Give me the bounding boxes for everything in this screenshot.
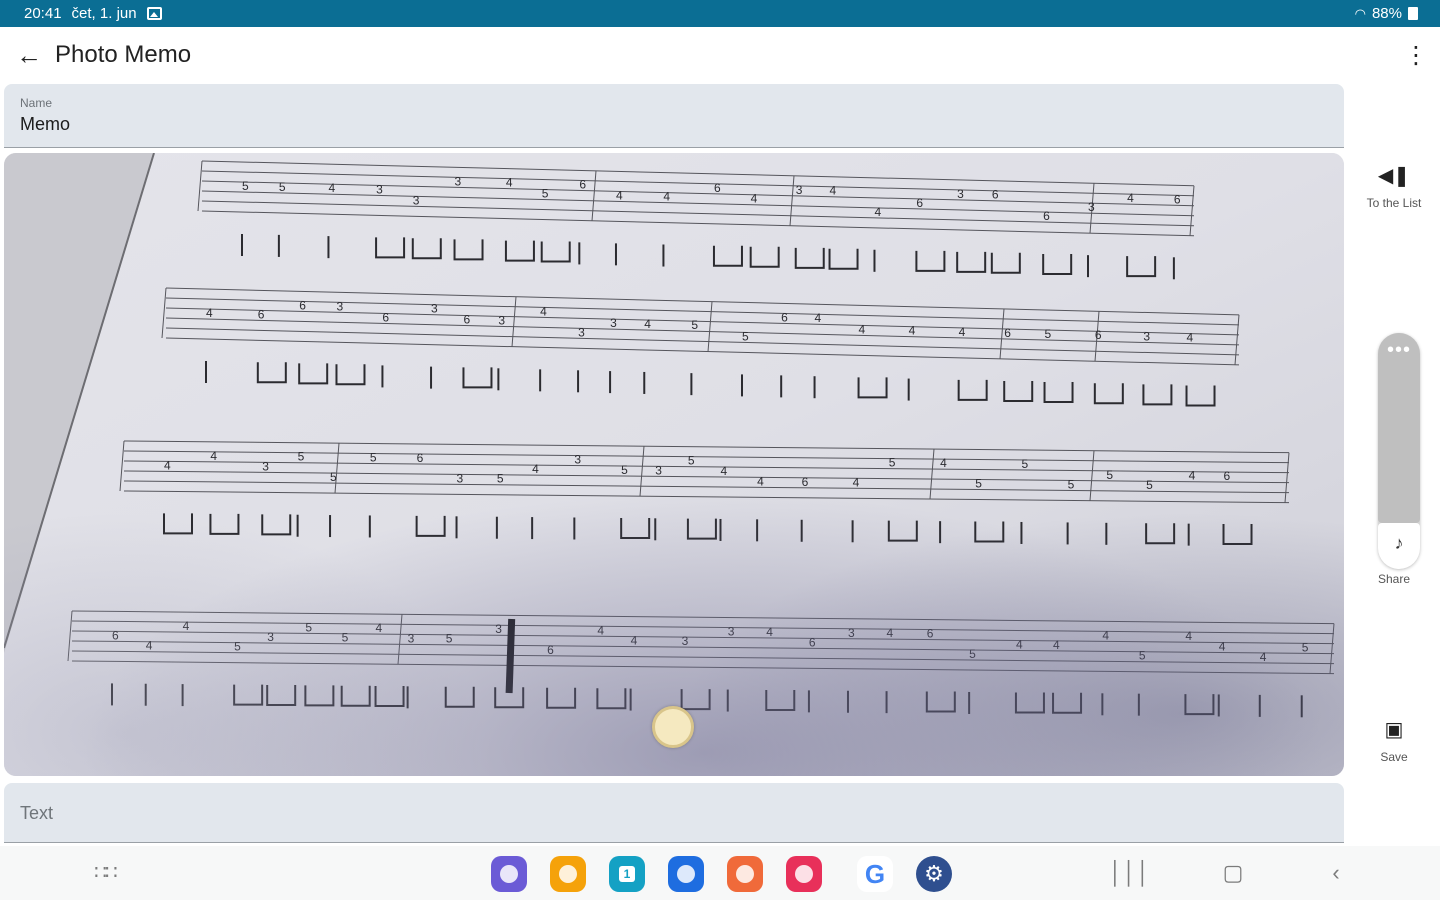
screen-recorder-icon[interactable] [786,856,822,892]
google-icon[interactable]: G [857,856,893,892]
skip-back-icon: ◀❚ [1377,165,1411,187]
to-the-list-button[interactable]: ◀❚ To the List [1354,162,1434,210]
name-input[interactable] [20,114,1220,135]
text-field[interactable] [4,783,1344,843]
messages-icon[interactable] [668,856,704,892]
text-input[interactable] [20,803,1320,833]
recent-apps-icon[interactable]: │││ [1109,858,1150,888]
messages-icon-glyph [677,865,695,883]
share-button[interactable]: Share [1354,566,1434,586]
gear-icon: ⚙ [924,861,944,886]
internet-icon-glyph [500,865,518,883]
contacts-icon-glyph [736,865,754,883]
save-label: Save [1380,750,1408,764]
more-options-icon[interactable]: ⋮ [1404,40,1428,72]
app-bar: ← Photo Memo ⋮ [0,28,1440,84]
home-icon[interactable]: ▢ [1213,858,1253,888]
edge-panel-slider[interactable]: ••• ♪ [1378,333,1420,569]
app-drawer-icon[interactable]: ∷∷ [85,858,125,888]
status-date: čet, 1. jun [71,5,137,22]
share-label: Share [1377,572,1411,586]
settings-icon[interactable]: ⚙ [916,856,952,892]
to-the-list-label: To the List [1366,196,1422,210]
page-title: Photo Memo [55,41,192,68]
wifi-icon: ◠ [1354,5,1366,21]
contacts-icon[interactable] [727,856,763,892]
battery-level: 88% [1371,5,1402,22]
calendar-day: 1 [618,866,636,882]
name-field-label: Name [20,96,53,110]
memo-photo[interactable]: 5543334564464344636634646636363433455644… [4,153,1344,776]
google-glyph: G [864,858,886,889]
save-disk-icon: ▣ [1384,719,1404,741]
calendar-icon[interactable]: 1 [609,856,645,892]
screen-recorder-icon-glyph [795,865,813,883]
photo-shadow [4,153,1344,776]
name-field[interactable]: Name [4,84,1344,148]
internet-icon[interactable] [491,856,527,892]
back-arrow-icon[interactable]: ← [14,40,44,70]
my-files-icon[interactable] [550,856,586,892]
more-dots-icon[interactable]: ••• [1378,339,1420,362]
save-button[interactable]: ▣ Save [1354,716,1434,764]
back-nav-icon[interactable]: ‹ [1316,858,1356,888]
status-bar: 20:41 čet, 1. jun ◠ 88% [0,0,1440,27]
crop-handle[interactable] [652,706,694,748]
share-icon[interactable]: ♪ [1378,523,1420,569]
battery-icon [1408,7,1418,20]
my-files-icon-glyph [559,865,577,883]
gallery-notification-icon [146,7,162,20]
status-time: 20:41 [24,5,62,22]
